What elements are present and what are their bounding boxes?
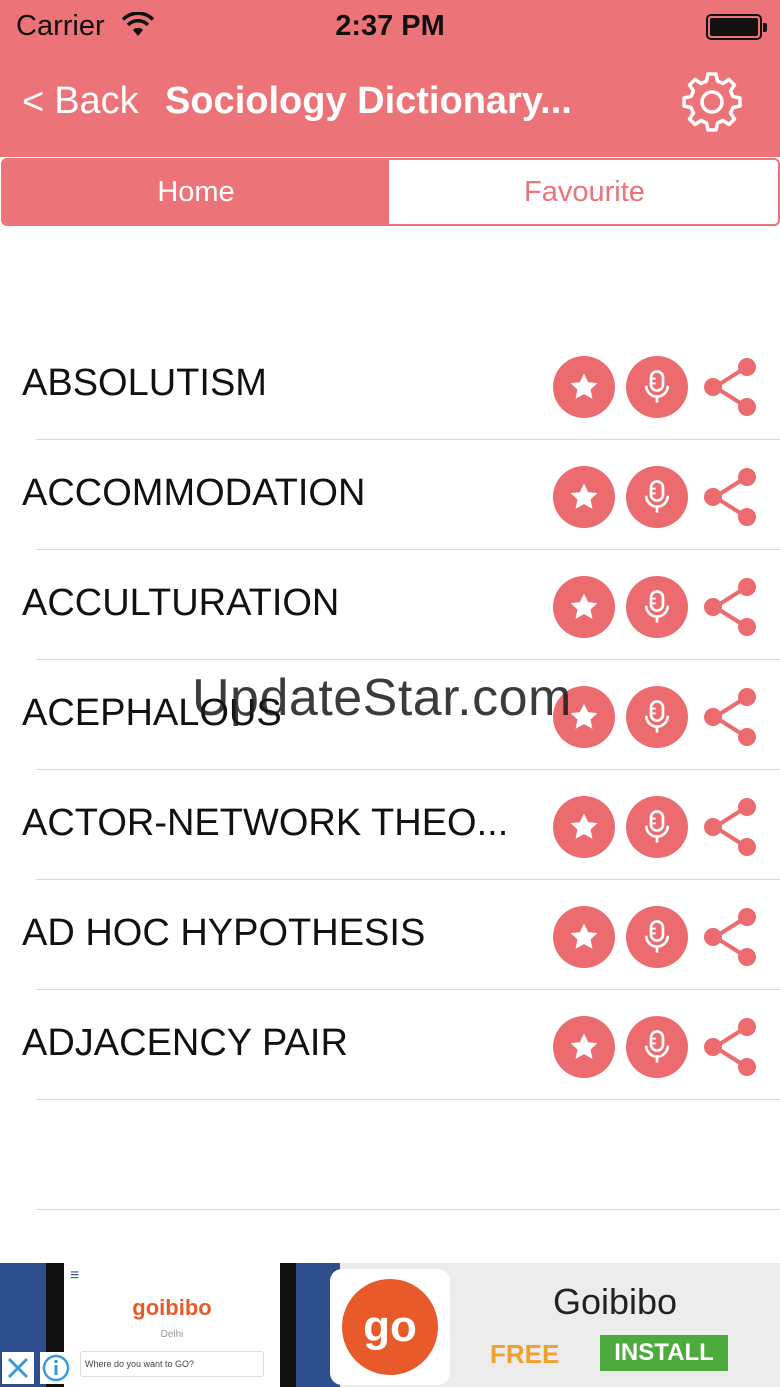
share-icon	[701, 796, 761, 858]
term-label: AD HOC HYPOTHESIS	[22, 912, 426, 954]
info-icon[interactable]	[40, 1352, 72, 1384]
star-icon	[567, 370, 601, 404]
ad-logo-text: go	[342, 1279, 438, 1375]
microphone-icon	[642, 809, 672, 845]
ad-app-logo: go	[330, 1269, 450, 1385]
share-button[interactable]	[700, 686, 762, 748]
battery-icon	[706, 14, 767, 40]
status-time: 2:37 PM	[335, 10, 445, 42]
share-icon	[701, 686, 761, 748]
microphone-icon	[642, 919, 672, 955]
term-label: ACCOMMODATION	[22, 472, 366, 514]
ad-screenshot-city: Delhi	[160, 1329, 184, 1340]
pronounce-button[interactable]	[626, 576, 688, 638]
pronounce-button[interactable]	[626, 466, 688, 528]
star-icon	[567, 700, 601, 734]
microphone-icon	[642, 699, 672, 735]
microphone-icon	[642, 479, 672, 515]
chevron-left-icon: <	[22, 80, 45, 123]
page-title: Sociology Dictionary...	[165, 80, 572, 122]
back-button[interactable]: < Back	[22, 80, 139, 123]
term-label: ADJACENCY PAIR	[22, 1022, 348, 1064]
list-item[interactable]: ABSOLUTISM	[0, 330, 780, 440]
gear-icon[interactable]	[680, 70, 744, 134]
star-icon	[567, 1030, 601, 1064]
list-item[interactable]: ACCULTURATION	[0, 550, 780, 660]
favourite-button[interactable]	[553, 1016, 615, 1078]
microphone-icon	[642, 589, 672, 625]
ad-screenshot-brand: goibibo	[132, 1295, 212, 1320]
row-divider	[36, 1099, 780, 1100]
share-icon	[701, 1016, 761, 1078]
menu-icon: ≡	[70, 1267, 80, 1284]
share-button[interactable]	[700, 1016, 762, 1078]
watermark: UpdateStar.com	[192, 669, 572, 727]
close-icon[interactable]	[2, 1352, 34, 1384]
list-divider	[36, 1209, 780, 1210]
tab-home[interactable]: Home	[3, 160, 389, 224]
ad-screenshot-card: ≡ goibibo Delhi Where do you want to GO?	[64, 1263, 280, 1387]
star-icon	[567, 590, 601, 624]
microphone-icon	[642, 1029, 672, 1065]
segmented-control: Home Favourite	[1, 158, 780, 226]
star-icon	[567, 810, 601, 844]
microphone-icon	[642, 369, 672, 405]
share-button[interactable]	[700, 356, 762, 418]
star-icon	[567, 480, 601, 514]
tab-favourite[interactable]: Favourite	[389, 160, 778, 224]
favourite-button[interactable]	[553, 466, 615, 528]
app-header: Carrier 2:37 PM < Back Sociology Diction…	[0, 0, 780, 157]
term-label: ABSOLUTISM	[22, 362, 267, 404]
share-icon	[701, 466, 761, 528]
pronounce-button[interactable]	[626, 1016, 688, 1078]
pronounce-button[interactable]	[626, 906, 688, 968]
pronounce-button[interactable]	[626, 686, 688, 748]
list-item[interactable]: ACTOR-NETWORK THEO...	[0, 770, 780, 880]
favourite-button[interactable]	[553, 356, 615, 418]
ad-title: Goibibo	[552, 1281, 678, 1322]
favourite-button[interactable]	[553, 796, 615, 858]
share-icon	[701, 576, 761, 638]
favourite-button[interactable]	[553, 576, 615, 638]
status-bar: Carrier 2:37 PM	[0, 0, 780, 52]
share-button[interactable]	[700, 906, 762, 968]
navigation-bar: < Back Sociology Dictionary...	[0, 60, 780, 150]
pronounce-button[interactable]	[626, 356, 688, 418]
star-icon	[567, 920, 601, 954]
ad-screenshot-search: Where do you want to GO?	[80, 1351, 264, 1377]
term-label: ACTOR-NETWORK THEO...	[22, 802, 509, 844]
share-icon	[701, 906, 761, 968]
favourite-button[interactable]	[553, 906, 615, 968]
share-button[interactable]	[700, 576, 762, 638]
back-label: Back	[54, 80, 139, 122]
ad-banner[interactable]: ≡ goibibo Delhi Where do you want to GO?…	[0, 1263, 780, 1387]
share-button[interactable]	[700, 466, 762, 528]
share-icon	[701, 356, 761, 418]
term-label: ACCULTURATION	[22, 582, 340, 624]
list-item[interactable]: ADJACENCY PAIR	[0, 990, 780, 1100]
ad-price: FREE	[490, 1339, 560, 1369]
share-button[interactable]	[700, 796, 762, 858]
list-item[interactable]: AD HOC HYPOTHESIS	[0, 880, 780, 990]
ad-install-button[interactable]: INSTALL	[600, 1335, 728, 1371]
pronounce-button[interactable]	[626, 796, 688, 858]
list-item[interactable]: ACCOMMODATION	[0, 440, 780, 550]
